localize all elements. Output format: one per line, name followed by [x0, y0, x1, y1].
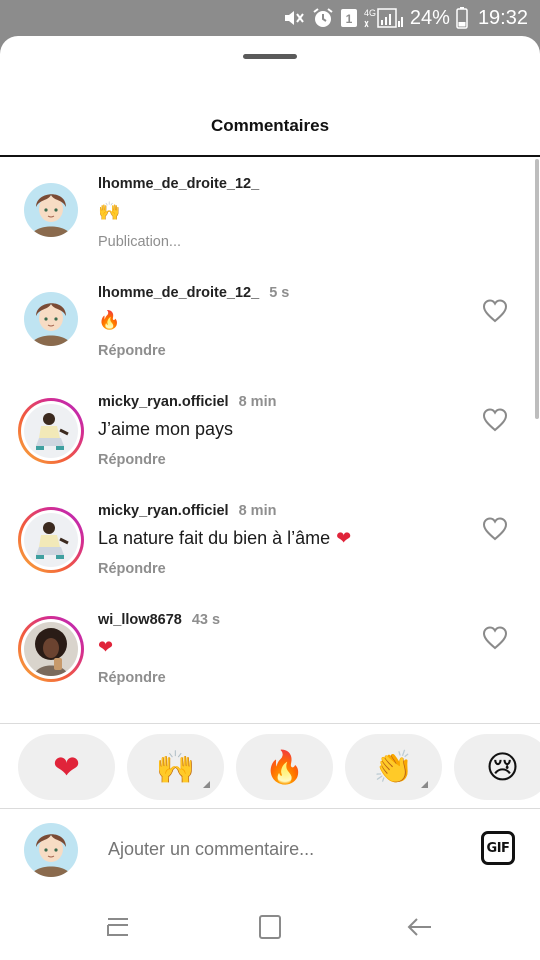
- battery-icon: [456, 7, 468, 29]
- comment-input[interactable]: [108, 839, 448, 860]
- reply-button[interactable]: Répondre: [98, 452, 166, 468]
- sim-badge: 1: [346, 12, 353, 26]
- emoji-fire-button[interactable]: 🔥: [236, 734, 333, 800]
- comment-time: 8 min: [238, 503, 277, 519]
- status-icons: 1 4G 24% 19:32: [282, 6, 528, 30]
- drag-handle[interactable]: [243, 54, 297, 59]
- reply-button[interactable]: Répondre: [98, 561, 166, 577]
- comment-header: wi_llow8678 43 s: [98, 612, 220, 628]
- comment-item[interactable]: lhomme_de_droite_12_ 5 s 🔥 Répondre: [0, 266, 540, 375]
- alarm-icon: [312, 7, 334, 29]
- like-icon[interactable]: [482, 626, 508, 650]
- comment-text: 🙌: [98, 201, 121, 221]
- comment-item[interactable]: lhomme_de_droite_12_ 🙌 Publication...: [0, 157, 540, 266]
- comment-time: 5 s: [269, 285, 290, 301]
- sheet-title: Commentaires: [210, 116, 330, 135]
- comment-header: lhomme_de_droite_12_: [98, 176, 269, 192]
- gif-button[interactable]: GIF: [481, 831, 515, 865]
- like-icon[interactable]: [482, 299, 508, 323]
- back-icon[interactable]: [404, 911, 436, 943]
- comment-item[interactable]: micky_ryan.officiel 8 min J’aime mon pays R…: [0, 375, 540, 484]
- avatar[interactable]: [24, 183, 78, 237]
- comment-username[interactable]: wi_llow8678: [98, 612, 182, 628]
- comment-username[interactable]: micky_ryan.officiel: [98, 503, 229, 519]
- clock: 19:32: [477, 6, 528, 29]
- network-type: 4G: [364, 8, 376, 18]
- comment-header: micky_ryan.officiel 8 min: [98, 503, 276, 519]
- comment-header: lhomme_de_droite_12_ 5 s: [98, 285, 289, 301]
- crying-face-emoji: 😢: [485, 749, 520, 785]
- comment-username[interactable]: micky_ryan.officiel: [98, 394, 229, 410]
- reply-button[interactable]: Répondre: [98, 670, 166, 686]
- comments-sheet: Commentaires lhomme_de_droite_12_ 🙌 Public…: [0, 36, 540, 960]
- comment-item[interactable]: micky_ryan.officiel 8 min La nature fait d…: [0, 484, 540, 593]
- like-icon[interactable]: [482, 408, 508, 432]
- comment-text: ❤: [98, 637, 114, 657]
- avatar[interactable]: [18, 398, 84, 464]
- avatar: [24, 823, 78, 877]
- posting-status: Publication...: [98, 234, 182, 250]
- status-bar: 1 4G 24% 19:32: [0, 0, 540, 36]
- like-icon[interactable]: [482, 517, 508, 541]
- comment-list[interactable]: lhomme_de_droite_12_ 🙌 Publication... lhomm…: [0, 157, 540, 723]
- comment-text: 🔥: [98, 310, 121, 330]
- comment-header: micky_ryan.officiel 8 min: [98, 394, 276, 410]
- red-heart-emoji: ❤: [53, 749, 80, 785]
- system-nav-bar: [0, 893, 540, 960]
- battery-percent: 24%: [409, 6, 450, 29]
- clapping-hands-emoji: 👏: [373, 749, 414, 785]
- avatar[interactable]: [18, 507, 84, 573]
- emoji-crying-face-button[interactable]: 😢: [454, 734, 540, 800]
- comment-username[interactable]: lhomme_de_droite_12_: [98, 176, 259, 192]
- variants-indicator: [203, 781, 210, 788]
- avatar[interactable]: [24, 292, 78, 346]
- comment-time: 8 min: [238, 394, 277, 410]
- recent-apps-icon[interactable]: [102, 911, 134, 943]
- sim-icon: 1: [340, 8, 358, 28]
- comment-username[interactable]: lhomme_de_droite_12_: [98, 285, 259, 301]
- emoji-clapping-hands-button[interactable]: 👏: [345, 734, 442, 800]
- emoji-red-heart-button[interactable]: ❤: [18, 734, 115, 800]
- comment-item[interactable]: wi_llow8678 43 s ❤ Répondre: [0, 593, 540, 702]
- comment-text: La nature fait du bien à l’âme ❤: [98, 528, 352, 548]
- raising-hands-emoji: 🙌: [155, 749, 196, 785]
- comment-composer: GIF: [0, 809, 540, 893]
- quick-emoji-bar: ❤ 🙌 🔥 👏 😢: [0, 724, 540, 808]
- emoji-raising-hands-button[interactable]: 🙌: [127, 734, 224, 800]
- fire-emoji: 🔥: [264, 749, 305, 785]
- avatar[interactable]: [18, 616, 84, 682]
- comment-time: 43 s: [191, 612, 221, 628]
- reply-button[interactable]: Répondre: [98, 343, 166, 359]
- gif-label: GIF: [486, 840, 510, 856]
- comment-text: J’aime mon pays: [98, 419, 234, 439]
- home-icon[interactable]: [254, 911, 286, 943]
- mute-icon: [282, 7, 306, 29]
- signal-icon: 4G: [364, 7, 404, 29]
- variants-indicator: [421, 781, 428, 788]
